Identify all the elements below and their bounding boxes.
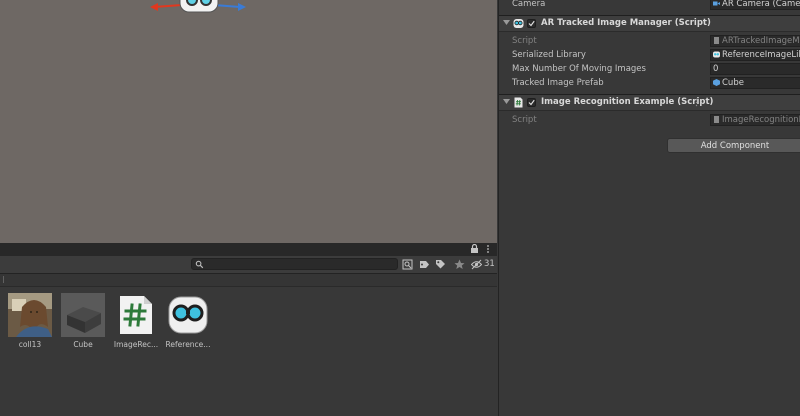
camera-object-field[interactable]: AR Camera (Camera) [710, 0, 800, 10]
asset-item-reference-image-library[interactable]: Reference... [160, 293, 216, 349]
search-icon [195, 260, 204, 269]
csharp-script-icon [114, 293, 158, 337]
tag-icon[interactable] [435, 259, 446, 270]
asset-item-imagerecognition-script[interactable]: ImageRec... [108, 293, 164, 349]
component-title: AR Tracked Image Manager (Script) [541, 18, 711, 28]
serialized-library-field[interactable]: ReferenceImageLibrary [710, 49, 800, 61]
tracked-image-prefab-row: Tracked Image Prefab Cube [499, 76, 800, 90]
field-label: Tracked Image Prefab [512, 78, 604, 88]
script-file-icon [714, 37, 719, 44]
breadcrumb [0, 274, 497, 287]
more-options-icon[interactable] [486, 244, 490, 254]
component-context-menu-icon[interactable] [695, 98, 698, 107]
enabled-checkbox[interactable] [527, 19, 536, 28]
project-toolbar: 31 [0, 256, 497, 274]
field-label: Max Number Of Moving Images [512, 64, 646, 74]
search-input[interactable] [206, 259, 392, 269]
field-label: Script [512, 36, 537, 46]
breadcrumb-separator [3, 276, 4, 283]
ar-tracked-image-manager-icon [513, 19, 524, 28]
foldout-arrow-icon[interactable] [503, 98, 510, 105]
inspector-panel: Camera AR Camera (Camera) AR Tracked Ima… [498, 0, 800, 416]
camera-object-value: AR Camera (Camera) [722, 0, 800, 9]
project-tab-bar [0, 243, 497, 256]
texture-thumbnail-icon [8, 293, 52, 337]
prefab-cube-icon [713, 79, 720, 86]
asset-item-coll13[interactable]: coll13 [2, 293, 58, 349]
reference-image-library-icon [166, 293, 210, 337]
lock-icon[interactable] [470, 244, 479, 254]
asset-name: Cube [73, 340, 93, 349]
enabled-checkbox[interactable] [527, 98, 536, 107]
search-field[interactable] [191, 258, 398, 270]
script-value: ARTrackedImageManager [722, 36, 800, 46]
asset-item-cube[interactable]: Cube [55, 293, 111, 349]
script-file-icon [714, 116, 719, 123]
prefab-cube-thumbnail-icon [61, 293, 105, 337]
script-field-row: Script ImageRecognitionExample [499, 113, 800, 127]
hidden-packages-eye-icon[interactable] [471, 259, 482, 270]
hidden-packages-count: 31 [484, 259, 495, 269]
max-moving-images-input[interactable]: 0 [710, 63, 800, 75]
script-object-field: ImageRecognitionExample [710, 114, 800, 126]
add-component-button[interactable]: Add Component [667, 138, 800, 153]
checkmark-icon [528, 99, 535, 106]
field-label: Script [512, 115, 537, 125]
reference-image-library-icon [713, 51, 720, 58]
script-value: ImageRecognitionExample [722, 115, 800, 125]
asset-name: ImageRec... [113, 340, 159, 349]
component-title: Image Recognition Example (Script) [541, 97, 714, 107]
max-moving-images-row: Max Number Of Moving Images 0 [499, 62, 800, 76]
script-object-field: ARTrackedImageManager [710, 35, 800, 47]
search-by-type-icon[interactable] [402, 259, 413, 270]
search-by-label-icon[interactable] [419, 259, 430, 270]
favorites-star-icon[interactable] [454, 259, 465, 270]
project-panel: 31 coll13 Cube ImageRec... Reference... [0, 243, 497, 416]
field-label: Serialized Library [512, 50, 586, 60]
scene-view[interactable] [0, 0, 497, 243]
camera-field-row: Camera AR Camera (Camera) [499, 0, 800, 11]
field-label: Camera [512, 0, 546, 9]
csharp-script-icon [514, 97, 523, 108]
asset-name: coll13 [18, 340, 42, 349]
script-field-row: Script ARTrackedImageManager [499, 34, 800, 48]
checkmark-icon [528, 20, 535, 27]
component-header-image-recognition-example[interactable]: Image Recognition Example (Script) [499, 94, 800, 111]
asset-name: Reference... [165, 340, 211, 349]
transform-gizmo-icon[interactable] [148, 0, 248, 20]
camera-icon [713, 1, 720, 6]
serialized-library-value: ReferenceImageLibrary [722, 50, 800, 60]
tracked-image-prefab-field[interactable]: Cube [710, 77, 800, 89]
foldout-arrow-icon[interactable] [503, 19, 510, 26]
serialized-library-row: Serialized Library ReferenceImageLibrary [499, 48, 800, 62]
tracked-image-prefab-value: Cube [722, 78, 744, 88]
component-header-ar-tracked-image-manager[interactable]: AR Tracked Image Manager (Script) [499, 15, 800, 32]
